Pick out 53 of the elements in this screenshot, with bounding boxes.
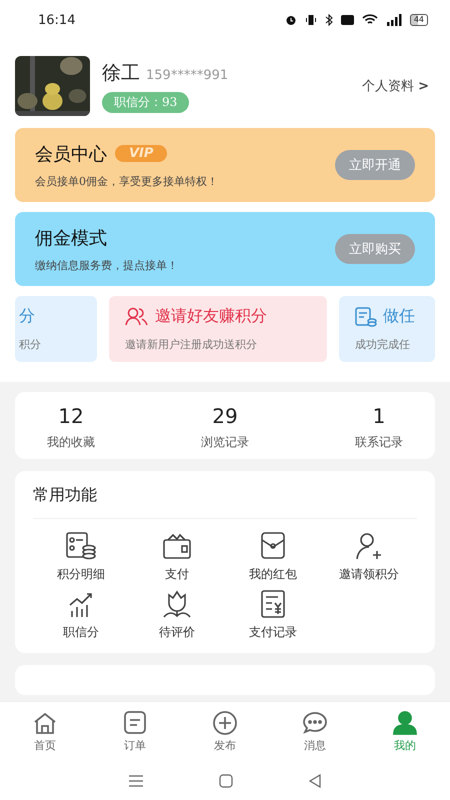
tab[interactable]: 消息 [280,711,350,753]
promo-title: 邀请好友赚积分 [155,306,267,327]
home-icon [32,711,58,735]
coin-list-icon [64,531,98,561]
status-time: 16:14 [38,12,76,28]
promo-subtitle: 成功完成任 [355,337,411,352]
function-item[interactable]: 支付记录 [225,589,321,641]
promo-card[interactable]: 邀请好友赚积分 邀请新用户注册成功送积分 [109,296,327,362]
tab[interactable]: 发布 [190,711,260,753]
wallet-icon [160,531,194,561]
stat-item[interactable]: 29 浏览记录 [175,404,275,451]
card-title: 会员中心 [35,142,107,166]
user-name: 徐工 [102,60,140,86]
back-icon[interactable] [308,774,322,788]
function-item[interactable]: 支付 [129,531,225,583]
function-item[interactable]: 我的红包 [225,531,321,583]
document-icon [122,711,148,735]
tab[interactable]: 我的 [370,711,440,753]
plus-circle-icon [212,711,238,735]
bluetooth-icon [324,14,333,26]
home-icon[interactable] [218,774,233,788]
tab[interactable]: 订单 [100,711,170,753]
vibrate-icon [304,14,317,26]
function-item[interactable]: 待评价 [129,589,225,641]
promo-subtitle: 邀请新用户注册成功送积分 [125,337,258,352]
promo-title: 做任 [383,306,415,327]
promo-card[interactable]: 分 积分 [15,296,97,362]
card-title: 佣金模式 [35,226,107,250]
alarm-icon [284,14,297,26]
card-subtitle: 会员接单0佣金，享受更多接单特权！ [35,174,218,188]
person-icon [392,711,418,735]
card-subtitle: 缴纳信息服务费，提点接单！ [35,258,178,272]
function-item[interactable]: 积分明细 [33,531,129,583]
stat-item[interactable]: 12 我的收藏 [21,404,121,451]
wifi-icon [362,14,378,26]
menu-icon[interactable] [128,775,144,787]
credit-score-badge: 职信分：93 [102,92,190,112]
function-item[interactable]: 职信分 [33,589,129,641]
task-list-icon [355,306,377,326]
battery-level: 44 [414,15,424,24]
stat-item[interactable]: 1 联系记录 [329,404,429,451]
tab[interactable]: 首页 [10,711,80,753]
section-title: 常用功能 [33,485,417,519]
people-icon [125,306,149,326]
signal-icon [386,14,402,26]
phone-number: 159*****991 [146,68,228,82]
promo-subtitle: 积分 [19,337,41,352]
promo-title: 分 [19,306,35,327]
profile-link[interactable]: 个人资料 > [362,77,429,95]
chat-bubble-icon [302,711,328,735]
vip-badge: VIP [115,145,168,162]
promo-card[interactable]: 做任 成功完成任 [339,296,435,362]
function-item[interactable]: 邀请领积分 [321,531,417,583]
